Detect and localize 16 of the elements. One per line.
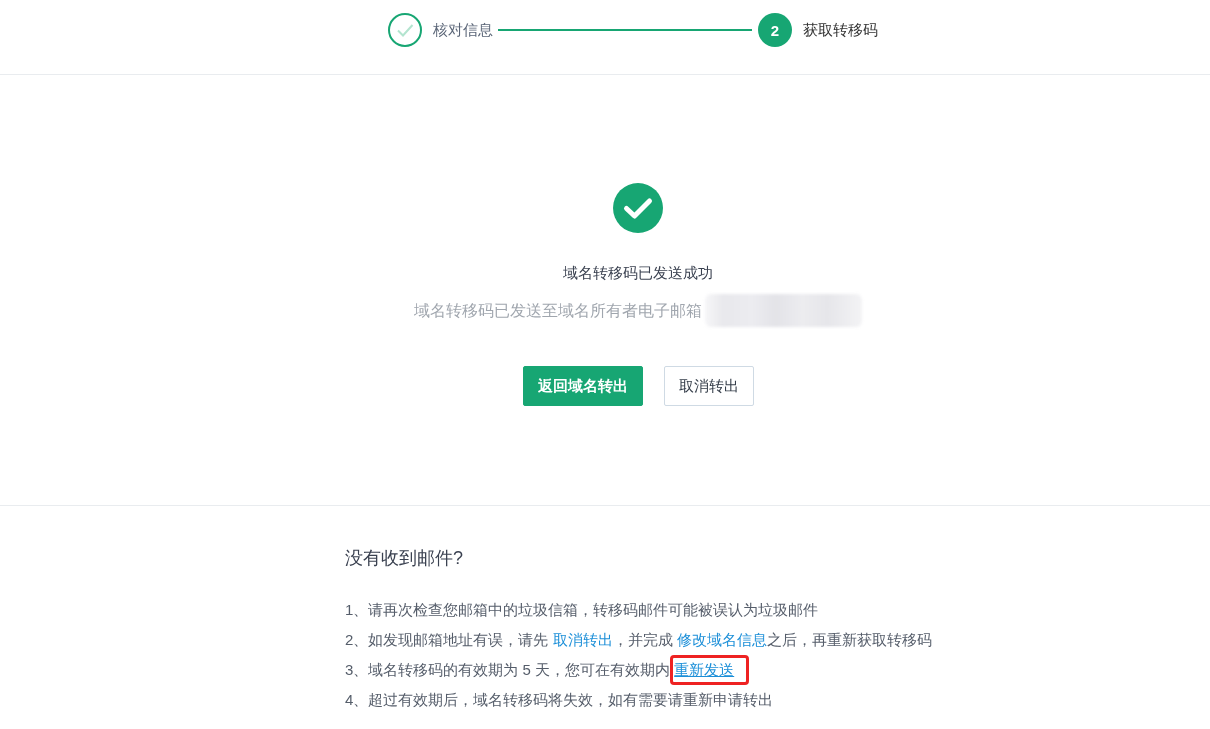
sent-message: 域名转移码已发送至域名所有者电子邮箱 [414, 300, 702, 321]
help-link[interactable]: 修改域名信息 [676, 631, 767, 648]
success-title: 域名转移码已发送成功 [563, 263, 713, 283]
step-number: 2 [758, 13, 792, 47]
help-text: 1、请再次检查您邮箱中的垃圾信箱，转移码邮件可能被误认为垃圾邮件 [345, 600, 820, 620]
cancel-button[interactable]: 取消转出 [663, 366, 754, 406]
help-text: 3、域名转移码的有效期为 5 天，您可在有效期内 重新发送 [345, 655, 1210, 685]
help-text: 2、如发现邮箱地址有误，请先 取消转出，并完成 修改域名信息之后，再重新获取转移码 [345, 630, 933, 650]
help-link[interactable]: 取消转出 [552, 631, 613, 648]
help-link[interactable]: 重新发送 [674, 661, 735, 678]
step-label: 获取转移码 [803, 20, 878, 40]
return-button[interactable]: 返回域名转出 [522, 366, 643, 406]
step-label: 核对信息 [433, 20, 493, 40]
success-check-icon [613, 183, 663, 233]
help-title: 没有收到邮件? [345, 547, 464, 570]
help-text: 4、超过有效期后，域名转移码将失效，如有需要请重新申请转出 [345, 690, 775, 710]
